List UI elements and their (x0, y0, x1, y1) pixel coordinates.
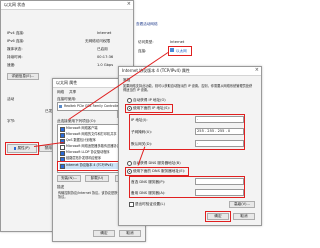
close-icon[interactable]: × (127, 1, 131, 7)
media-state-value: 已启用 (97, 47, 108, 51)
ipv4-window: Internet 协议版本 4 (TCP/IPv4) 属性 × 常规 如果网络支… (118, 66, 262, 226)
ipv4-conn-value: Internet (97, 31, 112, 35)
highlight-connection (168, 46, 192, 56)
duration-label: 持续时间: (7, 55, 23, 59)
item-checkbox-0[interactable] (60, 127, 65, 132)
ipv4-conn-label: IPv4 连接: (7, 31, 25, 35)
tab-network[interactable]: 网络 (57, 90, 64, 94)
highlight-manual-dns (125, 167, 189, 176)
items-label: 此连接使用下列项目(O): (57, 119, 97, 123)
ipv6-conn-value: 无网络访问权限 (85, 39, 111, 43)
properties-title: 以太网 属性 (56, 80, 78, 85)
list-item[interactable]: Microsoft 网络适配器多路传送器协议 (66, 144, 120, 148)
speed-value: 1.0 Gbps (97, 63, 114, 67)
auto-dns-radio[interactable] (127, 161, 132, 166)
advanced-button[interactable]: 高级(V)... (229, 201, 255, 208)
details-button[interactable]: 详细信息(E)... (7, 73, 39, 80)
list-item[interactable]: Microsoft 网络的文件和打印机共享 (66, 132, 117, 136)
properties-cancel-button[interactable]: 取消 (119, 230, 141, 237)
adapter-icon (59, 105, 62, 108)
connection-label: 连接: (138, 49, 147, 53)
highlight-ok (205, 211, 231, 222)
adapter-name: Realtek PCIe GBE Family Controller (64, 104, 120, 108)
item-checkbox-1[interactable] (60, 133, 65, 138)
description-label: 描述 (57, 185, 65, 189)
validate-label[interactable]: 退出时验证设置(L) (135, 202, 165, 206)
highlight-properties (5, 142, 39, 155)
highlight-dns-fields (129, 176, 245, 198)
network-center-title: 查看活动网络 (136, 22, 158, 26)
auto-ip-radio[interactable] (127, 98, 132, 103)
media-state-label: 媒体状态: (7, 47, 23, 51)
close-icon[interactable]: × (255, 67, 259, 73)
item-checkbox-3[interactable] (60, 145, 65, 150)
auto-dns-label[interactable]: 自动获得 DNS 服务器地址(B) (133, 161, 181, 165)
activity-label: 活动 (7, 97, 15, 101)
list-item[interactable]: Microsoft LLDP 协议驱动程序 (66, 150, 110, 154)
properties-ok-button[interactable]: 确定 (93, 230, 115, 237)
bytes-label: 字节: (7, 119, 16, 123)
highlight-ip-fields (129, 114, 245, 150)
speed-label: 速度: (7, 63, 16, 67)
uninstall-button[interactable]: 卸载(U) (85, 175, 109, 182)
connect-using-label: 连接时使用: (57, 97, 77, 101)
access-type-value: Internet (170, 40, 185, 44)
ipv4-cancel-button[interactable]: 取消 (233, 213, 255, 220)
item-checkbox-4[interactable] (60, 151, 65, 156)
ipv6-conn-label: IPv6 连接: (7, 39, 25, 43)
list-item[interactable]: Microsoft 网络客户端 (66, 126, 97, 130)
status-title: 以太网 状态 (4, 2, 26, 7)
list-item[interactable]: QoS 数据包计划程序 (66, 138, 96, 142)
install-button[interactable]: 安装(N)... (57, 175, 81, 182)
validate-checkbox[interactable] (129, 202, 134, 207)
highlight-manual-ip (125, 104, 173, 113)
auto-ip-label[interactable]: 自动获得 IP 地址(O) (133, 98, 166, 102)
access-type-label: 访问类型: (138, 40, 154, 44)
duration-value: 00:17:36 (97, 55, 114, 59)
status-titlebar: 以太网 状态 × (1, 1, 133, 10)
tab-sharing[interactable]: 共享 (69, 90, 76, 94)
list-item[interactable]: 链路层拓扑发现响应程序 (66, 156, 101, 160)
ipv4-title: Internet 协议版本 4 (TCP/IPv4) 属性 (122, 68, 190, 73)
ipv4-description: 如果网络支持此功能，则可以获取自动指派的 IP 设置。否则，你需要从网络系统管理… (123, 84, 253, 92)
